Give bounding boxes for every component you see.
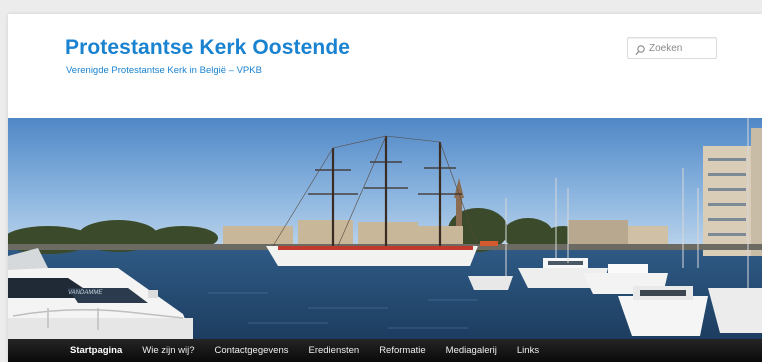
site-header: Protestantse Kerk Oostende Verenigde Pro… (8, 14, 762, 118)
nav-item-erediensten[interactable]: Erediensten (298, 345, 369, 356)
nav-item-mediagalerij[interactable]: Mediagalerij (436, 345, 507, 356)
nav-item-wie-zijn-wij[interactable]: Wie zijn wij? (132, 345, 204, 356)
boat-name: VANDAMME (68, 290, 103, 296)
site-title-link[interactable]: Protestantse Kerk Oostende (65, 36, 350, 60)
search-form[interactable] (627, 37, 717, 59)
apartment-tower (703, 128, 762, 256)
search-input[interactable] (649, 40, 709, 56)
nav-item-reformatie[interactable]: Reformatie (369, 345, 435, 356)
main-navigation: Startpagina Wie zijn wij? Contactgegeven… (8, 339, 762, 362)
site-description: Verenigde Protestantse Kerk in België – … (66, 65, 262, 76)
nav-item-startpagina[interactable]: Startpagina (60, 345, 132, 356)
page: Protestantse Kerk Oostende Verenigde Pro… (8, 14, 762, 362)
nav-item-contactgegevens[interactable]: Contactgegevens (205, 345, 299, 356)
nav-item-links[interactable]: Links (507, 345, 549, 356)
nav-menu: Startpagina Wie zijn wij? Contactgegeven… (60, 339, 549, 362)
header-image[interactable]: VANDAMME (8, 118, 762, 339)
search-icon (635, 43, 645, 55)
